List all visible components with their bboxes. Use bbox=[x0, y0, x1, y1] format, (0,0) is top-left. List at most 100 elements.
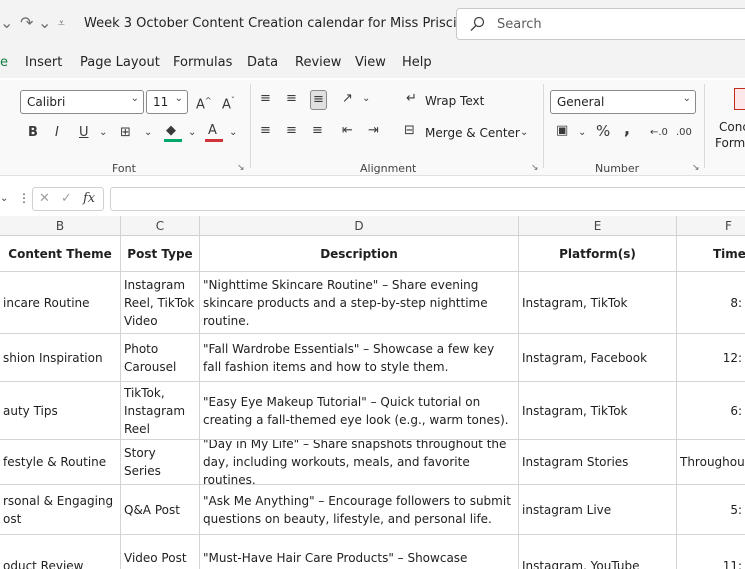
orientation-icon[interactable]: ↗ bbox=[342, 90, 353, 108]
table-cell[interactable]: 11: bbox=[677, 535, 745, 569]
decrease-indent-icon[interactable]: ⇤ bbox=[342, 122, 353, 140]
fill-color-icon[interactable]: ◆ bbox=[166, 122, 176, 140]
insert-function-icon[interactable]: fx bbox=[83, 190, 95, 208]
redo-dropdown-icon[interactable]: ⌄ bbox=[38, 14, 51, 32]
alignment-dialog-launcher-icon[interactable]: ↘ bbox=[531, 163, 539, 173]
chevron-down-icon[interactable]: ⌄ bbox=[99, 124, 107, 142]
comma-style-icon[interactable]: , bbox=[624, 120, 630, 138]
conditional-formatting-icon[interactable] bbox=[734, 88, 745, 110]
decrease-decimal-icon[interactable]: .00 bbox=[676, 124, 692, 142]
align-bottom-icon[interactable]: ≡ bbox=[310, 90, 327, 110]
column-header-d[interactable]: D bbox=[200, 216, 519, 236]
table-cell[interactable]: "Must-Have Hair Care Products" – Showcas… bbox=[200, 535, 519, 569]
font-name-select[interactable]: Calibri ⌄ bbox=[20, 90, 144, 114]
chevron-down-icon[interactable]: ⌄ bbox=[144, 124, 152, 142]
increase-font-icon[interactable]: A^ bbox=[196, 92, 212, 114]
tab-help[interactable]: Help bbox=[402, 55, 432, 70]
table-cell[interactable]: Q&A Post bbox=[121, 485, 200, 535]
wrap-text-icon[interactable]: ↵ bbox=[406, 90, 417, 108]
tab-page-layout[interactable]: Page Layout bbox=[80, 55, 160, 70]
table-cell[interactable]: shion Inspiration bbox=[0, 334, 121, 382]
increase-decimal-icon[interactable]: ←.0 bbox=[650, 124, 668, 142]
number-dialog-launcher-icon[interactable]: ↘ bbox=[692, 163, 700, 173]
table-cell[interactable]: "Day in My Life" – Share snapshots throu… bbox=[200, 440, 519, 485]
redo-icon[interactable]: ↷ bbox=[20, 14, 33, 32]
table-cell[interactable]: instagram Live bbox=[519, 485, 677, 535]
column-header-e[interactable]: E bbox=[519, 216, 677, 236]
table-cell[interactable]: Instagram Reel, TikTok Video bbox=[121, 272, 200, 334]
header-cell-description[interactable]: Description bbox=[200, 236, 519, 272]
header-cell-platforms[interactable]: Platform(s) bbox=[519, 236, 677, 272]
table-cell[interactable]: "Ask Me Anything" – Encourage followers … bbox=[200, 485, 519, 535]
table-cell[interactable]: Instagram, TikTok bbox=[519, 382, 677, 440]
formula-input[interactable] bbox=[110, 187, 745, 211]
table-cell[interactable]: Instagram, YouTube bbox=[519, 535, 677, 569]
table-cell[interactable]: incare Routine bbox=[0, 272, 121, 334]
more-options-icon[interactable]: ⋮ bbox=[18, 189, 30, 207]
chevron-down-icon[interactable]: ⌄ bbox=[578, 124, 586, 142]
tab-review[interactable]: Review bbox=[295, 55, 341, 70]
table-cell[interactable]: Video Post or bbox=[121, 535, 200, 569]
column-header-c[interactable]: C bbox=[121, 216, 200, 236]
cancel-icon[interactable]: ✕ bbox=[39, 190, 50, 208]
percent-icon[interactable]: % bbox=[596, 122, 610, 140]
table-cell[interactable]: rsonal & Engaging ost bbox=[0, 485, 121, 535]
align-center-icon[interactable]: ≡ bbox=[286, 122, 297, 140]
search-box[interactable]: Search bbox=[456, 8, 745, 40]
table-cell[interactable]: auty Tips bbox=[0, 382, 121, 440]
underline-icon[interactable]: U bbox=[79, 124, 89, 142]
header-cell-post-type[interactable]: Post Type bbox=[121, 236, 200, 272]
column-header-b[interactable]: B bbox=[0, 216, 121, 236]
tab-insert[interactable]: Insert bbox=[25, 55, 62, 70]
name-box-chevron-icon[interactable]: ⌄ bbox=[0, 190, 8, 208]
undo-dropdown-icon[interactable]: ⌄ bbox=[0, 14, 13, 32]
table-cell[interactable]: Instagram, Facebook bbox=[519, 334, 677, 382]
align-middle-icon[interactable]: ≡ bbox=[286, 90, 297, 108]
table-cell[interactable]: Story Series bbox=[121, 440, 200, 485]
conditional-formatting-label-2[interactable]: Forma bbox=[715, 136, 745, 150]
increase-indent-icon[interactable]: ⇥ bbox=[368, 122, 379, 140]
font-color-icon[interactable]: A bbox=[208, 122, 217, 140]
header-cell-content-theme[interactable]: Content Theme bbox=[0, 236, 121, 272]
table-cell[interactable]: Throughout bbox=[677, 440, 745, 485]
customize-toolbar-icon[interactable]: ⩡ bbox=[58, 14, 65, 32]
column-header-f[interactable]: F bbox=[677, 216, 745, 236]
merge-center-button[interactable]: Merge & Center bbox=[425, 126, 520, 140]
bold-icon[interactable]: B bbox=[28, 124, 38, 142]
accounting-format-icon[interactable]: ▣ bbox=[556, 122, 568, 140]
tab-home[interactable]: e bbox=[0, 55, 8, 70]
header-cell-time[interactable]: Time bbox=[677, 236, 745, 272]
align-right-icon[interactable]: ≡ bbox=[312, 122, 323, 140]
borders-icon[interactable]: ⊞ bbox=[120, 124, 131, 142]
table-cell[interactable]: Instagram Stories bbox=[519, 440, 677, 485]
table-cell[interactable]: oduct Review bbox=[0, 535, 121, 569]
table-cell[interactable]: 12: bbox=[677, 334, 745, 382]
wrap-text-button[interactable]: Wrap Text bbox=[425, 94, 484, 108]
number-format-select[interactable]: General ⌄ bbox=[550, 90, 696, 114]
enter-icon[interactable]: ✓ bbox=[61, 190, 72, 208]
decrease-font-icon[interactable]: Aˇ bbox=[222, 92, 235, 114]
chevron-down-icon[interactable]: ⌄ bbox=[520, 124, 528, 142]
align-left-icon[interactable]: ≡ bbox=[260, 122, 271, 140]
table-cell[interactable]: 8: bbox=[677, 272, 745, 334]
tab-data[interactable]: Data bbox=[247, 55, 278, 70]
italic-icon[interactable]: I bbox=[55, 124, 59, 142]
table-cell[interactable]: 5: bbox=[677, 485, 745, 535]
table-cell[interactable]: "Fall Wardrobe Essentials" – Showcase a … bbox=[200, 334, 519, 382]
merge-center-icon[interactable]: ⊟ bbox=[404, 122, 415, 140]
tab-formulas[interactable]: Formulas bbox=[173, 55, 232, 70]
chevron-down-icon[interactable]: ⌄ bbox=[229, 124, 237, 142]
table-cell[interactable]: "Nighttime Skincare Routine" – Share eve… bbox=[200, 272, 519, 334]
table-cell[interactable]: TikTok, Instagram Reel bbox=[121, 382, 200, 440]
tab-view[interactable]: View bbox=[355, 55, 386, 70]
font-size-select[interactable]: 11 ⌄ bbox=[146, 90, 188, 114]
align-top-icon[interactable]: ≡ bbox=[260, 90, 271, 108]
table-cell[interactable]: 6: bbox=[677, 382, 745, 440]
table-cell[interactable]: "Easy Eye Makeup Tutorial" – Quick tutor… bbox=[200, 382, 519, 440]
table-cell[interactable]: festyle & Routine bbox=[0, 440, 121, 485]
chevron-down-icon[interactable]: ⌄ bbox=[188, 124, 196, 142]
table-cell[interactable]: Photo Carousel bbox=[121, 334, 200, 382]
table-cell[interactable]: Instagram, TikTok bbox=[519, 272, 677, 334]
font-dialog-launcher-icon[interactable]: ↘ bbox=[237, 163, 245, 173]
chevron-down-icon[interactable]: ⌄ bbox=[362, 90, 370, 108]
